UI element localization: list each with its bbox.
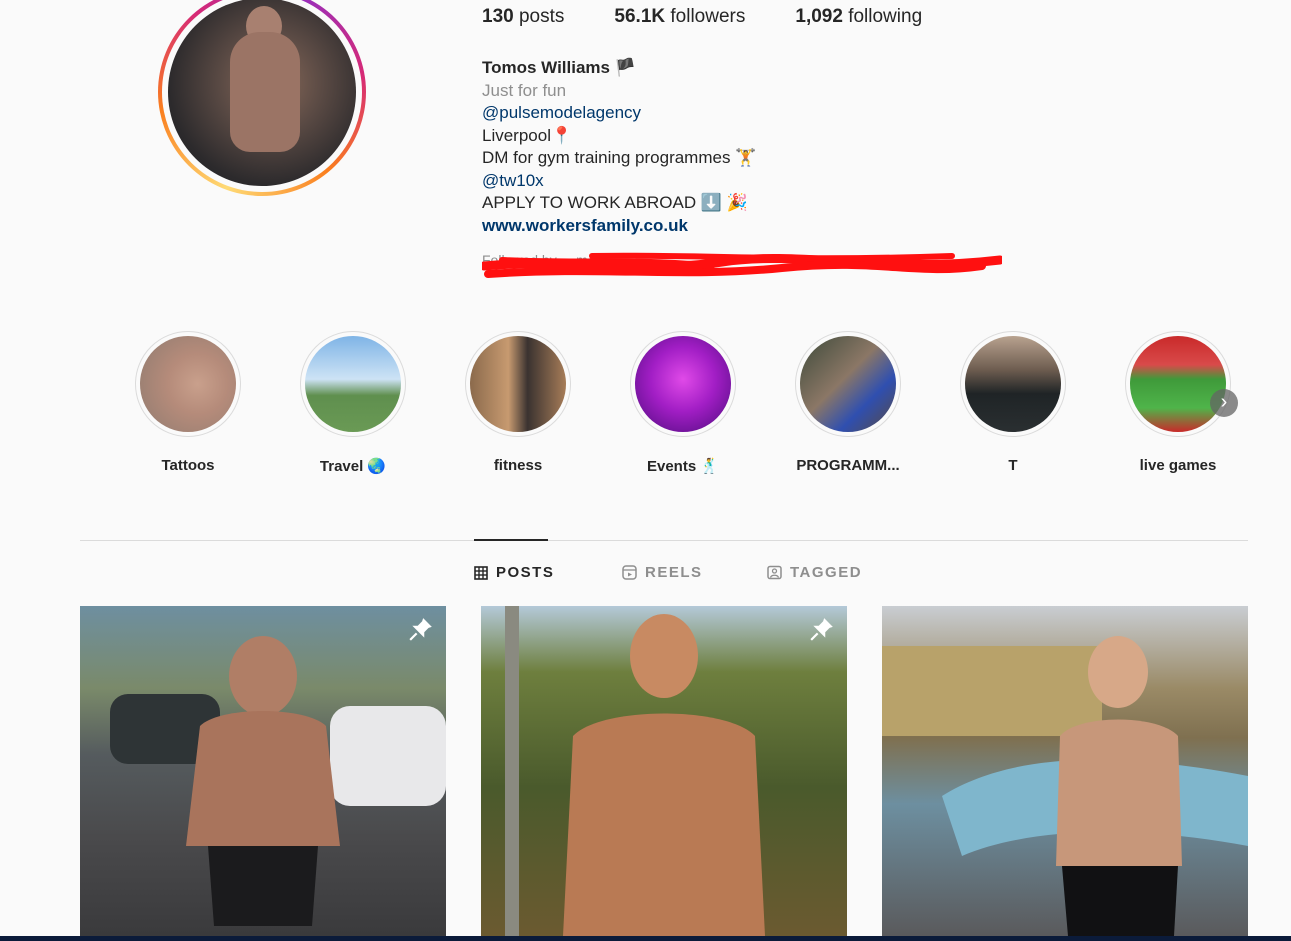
post-tile[interactable]: [882, 606, 1248, 936]
highlight-ring: [135, 331, 241, 437]
tab-label: POSTS: [496, 564, 555, 581]
profile-name: Tomos Williams: [482, 58, 610, 77]
profile-avatar[interactable]: [158, 0, 366, 196]
highlight-label: live games: [1139, 457, 1217, 474]
highlight-label: Events 🕺: [646, 458, 720, 475]
tab-label: TAGGED: [790, 564, 863, 581]
highlight-thumbnail: [635, 336, 731, 432]
pin-icon: [409, 618, 432, 641]
avatar-figure-body: [230, 32, 300, 152]
bio-mention-agency[interactable]: @pulsemodelagency: [482, 102, 756, 125]
highlights-next-button[interactable]: ›: [1210, 389, 1238, 417]
bio-location: Liverpool📍: [482, 125, 573, 145]
highlight-label: T: [1008, 457, 1018, 474]
highlight-travel[interactable]: Travel 🌏: [283, 331, 423, 475]
tabs-divider: [80, 540, 1248, 541]
tab-tagged[interactable]: TAGGED: [767, 564, 862, 581]
flag-icon: 🏴: [614, 58, 636, 77]
highlight-thumbnail: [305, 336, 401, 432]
stat-followers[interactable]: 56.1K followers: [614, 6, 745, 28]
reels-icon: [622, 565, 637, 580]
highlight-label: fitness: [493, 457, 543, 474]
bio-mention-tw10x[interactable]: @tw10x: [482, 170, 756, 193]
tab-posts[interactable]: POSTS: [474, 564, 554, 581]
highlight-label: PROGRAMM...: [796, 457, 900, 474]
chevron-right-icon: ›: [1220, 391, 1228, 413]
highlight-tattoos[interactable]: Tattoos: [118, 331, 258, 474]
highlight-events[interactable]: Events 🕺: [613, 331, 753, 475]
bio-category: Just for fun: [482, 80, 567, 100]
highlight-ring: [465, 331, 571, 437]
stat-following[interactable]: 1,092 following: [795, 6, 922, 28]
tab-label: REELS: [645, 564, 703, 581]
stat-posts: 130 posts: [482, 6, 565, 27]
highlight-thumbnail: [470, 336, 566, 432]
highlight-thumbnail: [965, 336, 1061, 432]
post-tile[interactable]: [481, 606, 847, 936]
highlight-thumbnail: [140, 336, 236, 432]
bio-dm-line: DM for gym training programmes 🏋: [482, 148, 757, 167]
highlight-label: Travel 🌏: [319, 458, 387, 475]
profile-bio: Tomos Williams 🏴 Just for fun @pulsemode…: [482, 57, 756, 237]
highlight-ring: [300, 331, 406, 437]
post-photo: [110, 636, 446, 926]
highlight-fitness[interactable]: fitness: [448, 331, 588, 474]
highlight-label: Tattoos: [161, 457, 215, 474]
tab-reels[interactable]: REELS: [622, 564, 703, 581]
post-tile[interactable]: [80, 606, 446, 936]
profile-name-row: Tomos Williams 🏴: [482, 57, 756, 80]
highlight-ring: [795, 331, 901, 437]
profile-stats: 130 posts 56.1K followers 1,092 followin…: [482, 6, 922, 28]
highlight-thumbnail: [1130, 336, 1226, 432]
window-bottom-edge: [0, 936, 1291, 941]
bio-website-link[interactable]: www.workersfamily.co.uk: [482, 215, 756, 238]
bio-apply-line: APPLY TO WORK ABROAD ⬇️ 🎉: [482, 193, 748, 212]
highlight-programmes[interactable]: PROGRAMM...: [778, 331, 918, 474]
highlight-ring: [630, 331, 736, 437]
active-tab-indicator: [474, 539, 548, 541]
followed-by[interactable]: Followed by ... more: [482, 252, 1002, 282]
tagged-icon: [767, 565, 782, 580]
highlight-ring: [960, 331, 1066, 437]
highlight-thumbnail: [800, 336, 896, 432]
avatar-image: [168, 0, 356, 186]
grid-icon: [474, 565, 488, 580]
highlight-ring: [1125, 331, 1231, 437]
pin-icon: [810, 618, 833, 641]
post-photo: [505, 606, 765, 936]
redaction-scribble: [482, 252, 1002, 278]
post-photo: [882, 636, 1248, 936]
highlight-t[interactable]: T: [943, 331, 1083, 474]
